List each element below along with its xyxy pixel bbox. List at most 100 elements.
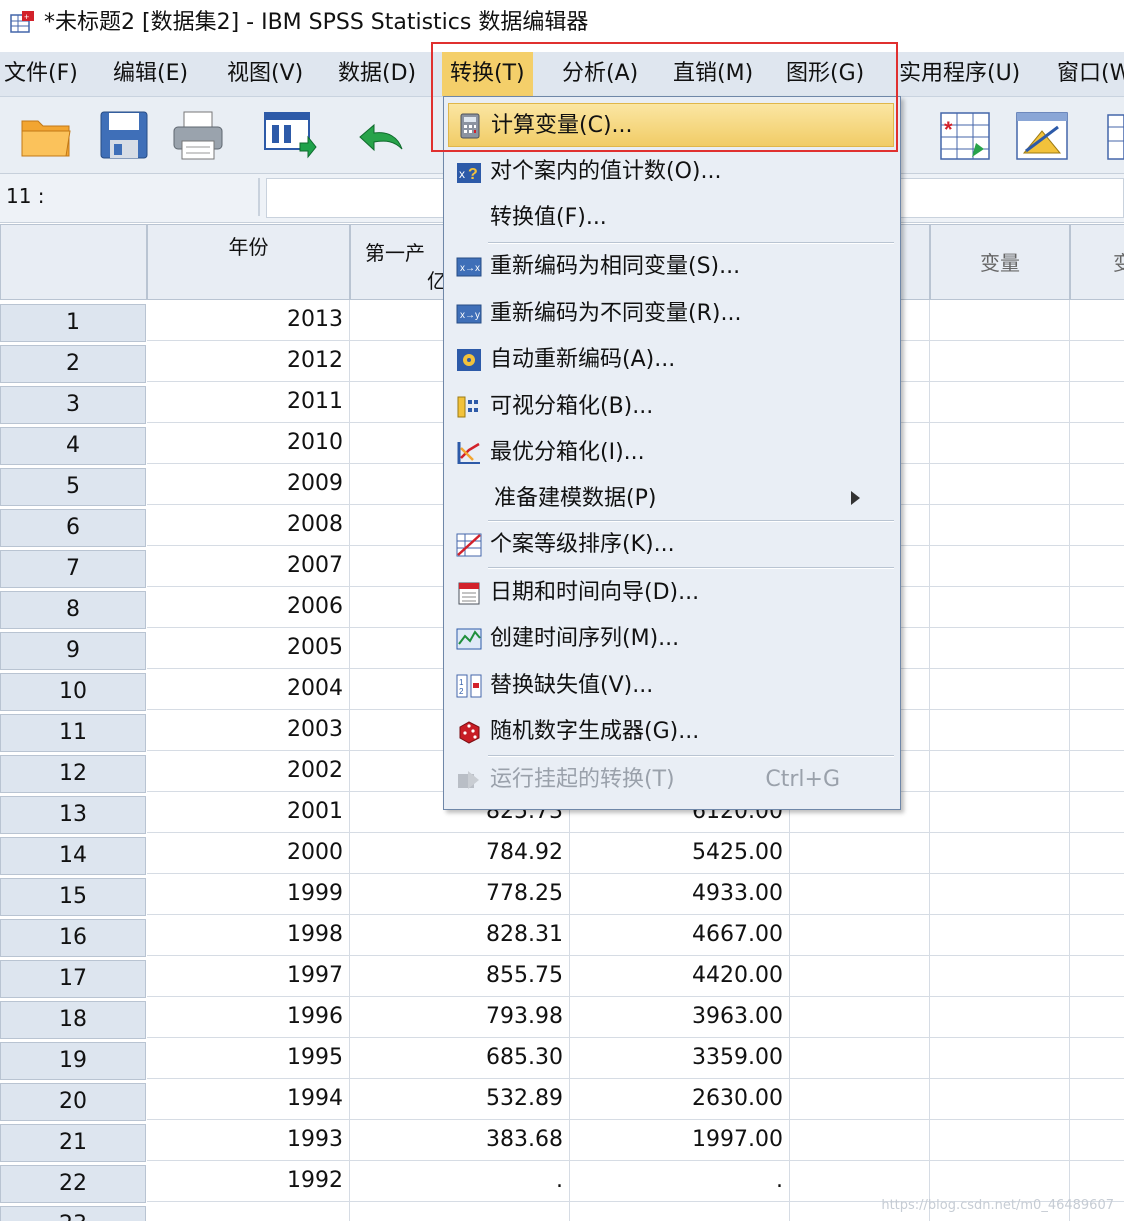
cell-primary-industry[interactable]: 383.68 [350, 1120, 570, 1161]
menu-item-auto-recode[interactable]: 自动重新编码(A)... [448, 338, 894, 382]
menu-item-prepare-modeling-data[interactable]: 准备建模数据(P) [448, 477, 894, 521]
cell-empty[interactable] [1070, 833, 1124, 874]
cell-empty[interactable] [930, 1161, 1070, 1202]
recall-dialog-icon[interactable] [262, 107, 318, 163]
row-header[interactable]: 22 [0, 1165, 146, 1203]
cell-empty[interactable] [1070, 505, 1124, 546]
row-header[interactable]: 15 [0, 878, 146, 916]
cell-empty[interactable] [790, 997, 930, 1038]
cell-empty[interactable] [930, 669, 1070, 710]
cell-hidden-column[interactable]: 4667.00 [570, 915, 790, 956]
cell-empty[interactable] [930, 300, 1070, 341]
cell-empty[interactable] [790, 1079, 930, 1120]
cell-empty[interactable] [930, 341, 1070, 382]
cell-empty[interactable] [1070, 1120, 1124, 1161]
weight-cases-icon[interactable] [1014, 107, 1070, 163]
menu-item-compute-variable[interactable]: 计算变量(C)... [448, 103, 894, 147]
cell-year[interactable]: 2001 [147, 792, 350, 833]
cell-hidden-column[interactable]: 5425.00 [570, 833, 790, 874]
row-header[interactable]: 7 [0, 550, 146, 588]
cell-empty[interactable] [1070, 792, 1124, 833]
row-header[interactable]: 17 [0, 960, 146, 998]
menu-item-rank-cases[interactable]: 个案等级排序(K)... [448, 523, 894, 567]
cell-empty[interactable] [1070, 587, 1124, 628]
cell-primary-industry[interactable] [350, 1202, 570, 1221]
cell-empty[interactable] [930, 710, 1070, 751]
cell-empty[interactable] [790, 915, 930, 956]
cell-empty[interactable] [930, 751, 1070, 792]
cell-empty[interactable] [930, 997, 1070, 1038]
cell-year[interactable]: 2008 [147, 505, 350, 546]
cell-empty[interactable] [930, 874, 1070, 915]
row-header[interactable]: 6 [0, 509, 146, 547]
cell-hidden-column[interactable]: 3359.00 [570, 1038, 790, 1079]
menu-item-shift-values[interactable]: 转换值(F)... [448, 196, 894, 240]
cell-empty[interactable] [930, 792, 1070, 833]
cell-empty[interactable] [1070, 423, 1124, 464]
cell-empty[interactable] [790, 874, 930, 915]
cell-empty[interactable] [1070, 710, 1124, 751]
cell-empty[interactable] [790, 833, 930, 874]
cell-empty[interactable] [930, 1038, 1070, 1079]
menu-transform[interactable]: 转换(T) [442, 52, 533, 96]
cell-year[interactable]: 2013 [147, 300, 350, 341]
cell-hidden-column[interactable]: 4420.00 [570, 956, 790, 997]
menu-view[interactable]: 视图(V) [227, 60, 303, 88]
cell-empty[interactable] [1070, 546, 1124, 587]
menu-item-recode-same[interactable]: x→x 重新编码为相同变量(S)... [448, 245, 894, 289]
cell-year[interactable]: 2011 [147, 382, 350, 423]
cell-year[interactable]: 1994 [147, 1079, 350, 1120]
menu-direct-marketing[interactable]: 直销(M) [673, 60, 753, 88]
select-cases-icon[interactable]: * [938, 107, 994, 163]
row-header[interactable]: 12 [0, 755, 146, 793]
cell-year[interactable]: 2010 [147, 423, 350, 464]
print-icon[interactable] [170, 107, 226, 163]
cell-year[interactable]: 1995 [147, 1038, 350, 1079]
menu-edit[interactable]: 编辑(E) [113, 60, 188, 88]
cell-primary-industry[interactable]: . [350, 1161, 570, 1202]
cell-empty[interactable] [930, 587, 1070, 628]
cell-empty[interactable] [1070, 669, 1124, 710]
cell-empty[interactable] [930, 464, 1070, 505]
column-header-var[interactable]: 变量 [930, 224, 1070, 300]
cell-primary-industry[interactable]: 828.31 [350, 915, 570, 956]
cell-empty[interactable] [790, 1161, 930, 1202]
cell-empty[interactable] [1070, 1079, 1124, 1120]
cell-empty[interactable] [930, 1079, 1070, 1120]
menu-graphs[interactable]: 图形(G) [786, 60, 864, 88]
cell-year[interactable]: 2002 [147, 751, 350, 792]
menu-item-replace-missing[interactable]: 1 2 替换缺失值(V)... [448, 664, 894, 708]
cell-empty[interactable] [1070, 956, 1124, 997]
cell-empty[interactable] [930, 382, 1070, 423]
cell-empty[interactable] [1070, 628, 1124, 669]
row-header[interactable]: 2 [0, 345, 146, 383]
cell-empty[interactable] [1070, 915, 1124, 956]
row-header[interactable]: 16 [0, 919, 146, 957]
menu-item-date-time-wizard[interactable]: 日期和时间向导(D)... [448, 571, 894, 615]
column-header-year[interactable]: 年份 [147, 224, 350, 300]
row-header[interactable]: 8 [0, 591, 146, 629]
cell-hidden-column[interactable]: 1997.00 [570, 1120, 790, 1161]
cell-empty[interactable] [1070, 874, 1124, 915]
row-header[interactable]: 10 [0, 673, 146, 711]
cell-empty[interactable] [1070, 464, 1124, 505]
save-icon[interactable] [96, 107, 152, 163]
cell-empty[interactable] [1070, 751, 1124, 792]
menu-item-run-pending-transforms[interactable]: 运行挂起的转换(T) Ctrl+G [448, 758, 894, 802]
menu-item-count-values[interactable]: x ? 对个案内的值计数(O)... [448, 150, 894, 194]
menu-utilities[interactable]: 实用程序(U) [899, 60, 1020, 88]
cell-hidden-column[interactable]: 2630.00 [570, 1079, 790, 1120]
cell-primary-industry[interactable]: 855.75 [350, 956, 570, 997]
cell-year[interactable]: 2012 [147, 341, 350, 382]
cell-year[interactable]: 1998 [147, 915, 350, 956]
cell-hidden-column[interactable]: 4933.00 [570, 874, 790, 915]
cell-year[interactable]: 2000 [147, 833, 350, 874]
cell-primary-industry[interactable]: 793.98 [350, 997, 570, 1038]
menu-item-random-number-generators[interactable]: 随机数字生成器(G)... [448, 710, 894, 754]
cell-hidden-column[interactable]: 3963.00 [570, 997, 790, 1038]
menu-analyze[interactable]: 分析(A) [562, 60, 638, 88]
menu-item-create-time-series[interactable]: 创建时间序列(M)... [448, 617, 894, 661]
menu-item-optimal-binning[interactable]: 最优分箱化(I)... [448, 431, 894, 475]
menu-data[interactable]: 数据(D) [338, 60, 416, 88]
cell-year[interactable]: 2003 [147, 710, 350, 751]
